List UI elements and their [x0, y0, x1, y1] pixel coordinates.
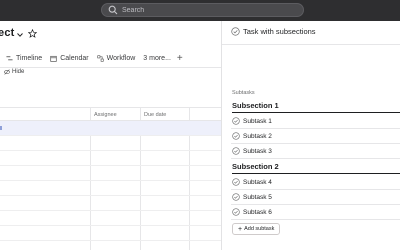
subtask-label: Subtask 5	[243, 193, 272, 201]
search-input[interactable]	[122, 6, 292, 14]
task-detail-panel: Task with subsections Subtasks Subsectio…	[221, 21, 400, 250]
subtask-label: Subtask 2	[243, 132, 272, 140]
project-tabs: Timeline Calendar Workflow 3 more... +	[0, 52, 191, 64]
tab-label: Workflow	[106, 54, 136, 62]
selected-row-marker	[0, 126, 2, 130]
table-row[interactable]	[0, 196, 221, 211]
search-icon	[108, 5, 118, 15]
table-row[interactable]	[0, 136, 221, 151]
check-circle-icon[interactable]	[232, 147, 240, 155]
add-tab-button[interactable]: +	[177, 53, 183, 64]
task-header: Task with subsections	[222, 21, 400, 45]
search-bar[interactable]	[101, 3, 304, 17]
check-circle-icon[interactable]	[231, 27, 240, 36]
subsection-header[interactable]: Subsection 2	[232, 161, 400, 174]
task-title[interactable]: Task with subsections	[243, 27, 316, 36]
tab-label: Calendar	[60, 54, 89, 62]
table-row[interactable]	[0, 226, 221, 241]
check-circle-icon[interactable]	[232, 132, 240, 140]
subsection-header[interactable]: Subsection 1	[232, 100, 400, 113]
subtasks-label: Subtasks	[232, 90, 255, 96]
workflow-icon	[97, 54, 104, 62]
check-circle-icon[interactable]	[232, 117, 240, 125]
column-header-assignee[interactable]: Assignee	[94, 112, 117, 118]
subtask-label: Subtask 3	[243, 147, 272, 155]
eye-off-icon	[4, 69, 10, 75]
top-bar	[0, 0, 400, 21]
subtask-label: Subtask 6	[243, 208, 272, 216]
chevron-down-icon[interactable]	[16, 31, 24, 39]
table-row[interactable]	[0, 151, 221, 166]
subtask-item[interactable]: Subtask 5	[231, 190, 400, 205]
check-circle-icon[interactable]	[232, 178, 240, 186]
subtask-label: Subtask 4	[243, 178, 272, 186]
project-title[interactable]: ect	[0, 27, 15, 39]
table-row[interactable]	[0, 166, 221, 181]
tab-timeline[interactable]: Timeline	[6, 55, 42, 62]
subtask-item[interactable]: Subtask 3	[231, 144, 400, 159]
star-icon[interactable]	[28, 29, 37, 38]
add-subtask-button[interactable]: + Add subtask	[232, 223, 281, 235]
table-header: Assignee Due date	[0, 107, 221, 121]
table-row-selected[interactable]	[0, 121, 221, 136]
tab-label: 3 more...	[143, 54, 171, 62]
tab-workflow[interactable]: Workflow	[97, 54, 136, 62]
tab-label: Timeline	[16, 54, 43, 62]
subtask-item[interactable]: Subtask 6	[231, 205, 400, 220]
subtask-item[interactable]: Subtask 1	[231, 114, 400, 129]
subtask-item[interactable]: Subtask 4	[231, 175, 400, 190]
subtask-label: Subtask 1	[243, 117, 272, 125]
calendar-icon	[50, 55, 57, 62]
check-circle-icon[interactable]	[232, 208, 240, 216]
hide-label: Hide	[12, 69, 25, 75]
check-circle-icon[interactable]	[232, 193, 240, 201]
table-row[interactable]	[0, 211, 221, 226]
project-view: ect Timeline Calendar Workflow 3 more...…	[0, 21, 221, 250]
table-row[interactable]	[0, 181, 221, 196]
tab-calendar[interactable]: Calendar	[50, 54, 89, 62]
column-header-due-date[interactable]: Due date	[144, 112, 166, 118]
tab-more[interactable]: 3 more...	[143, 55, 171, 62]
add-subtask-label: Add subtask	[244, 226, 275, 232]
subtask-item[interactable]: Subtask 2	[231, 129, 400, 144]
plus-icon: +	[238, 225, 243, 233]
hide-button[interactable]: Hide	[4, 69, 24, 75]
timeline-icon	[6, 55, 13, 60]
tabs-divider	[0, 67, 221, 68]
